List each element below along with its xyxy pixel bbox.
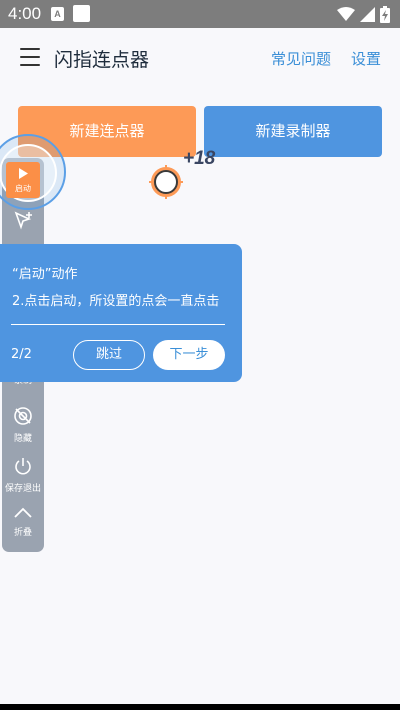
power-icon — [15, 458, 31, 475]
tutorial-description: 2.点击启动，所设置的点会一直点击 — [12, 294, 220, 309]
app-bar: 闪指连点器 常见问题 设置 — [0, 28, 400, 90]
new-recorder-button[interactable]: 新建录制器 — [204, 106, 382, 157]
app-title: 闪指连点器 — [54, 49, 150, 71]
collapse-tool-label: 折叠 — [13, 528, 32, 538]
tutorial-title: “启动”动作 — [12, 267, 78, 282]
cursor-add-icon — [14, 211, 32, 230]
eye-off-icon — [14, 407, 32, 425]
play-icon — [19, 168, 28, 179]
notification-square-icon — [73, 5, 90, 22]
hide-tool-button[interactable]: 隐藏 — [2, 406, 44, 444]
next-step-button[interactable]: 下一步 — [153, 340, 225, 370]
status-bar: 4:00 A — [0, 0, 400, 28]
collapse-tool-button[interactable]: 折叠 — [2, 506, 44, 538]
click-count-badge: +18 — [183, 148, 216, 169]
tutorial-step-indicator: 2/2 — [11, 347, 32, 362]
tutorial-popup: “启动”动作 2.点击启动，所设置的点会一直点击 2/2 跳过 下一步 — [0, 244, 242, 382]
hamburger-menu-icon[interactable] — [20, 48, 40, 66]
status-time: 4:00 — [8, 4, 42, 23]
start-tool-button-highlighted[interactable]: 启动 — [6, 162, 40, 198]
status-icons — [337, 5, 390, 23]
settings-link[interactable]: 设置 — [351, 48, 381, 69]
click-target-marker[interactable] — [149, 165, 183, 199]
faq-link[interactable]: 常见问题 — [271, 48, 331, 69]
signal-icon — [360, 6, 375, 22]
battery-charging-icon — [380, 5, 390, 23]
wifi-icon — [337, 7, 355, 21]
tutorial-divider — [11, 324, 225, 325]
notification-a-icon: A — [51, 7, 64, 21]
bottom-edge — [0, 704, 400, 710]
hide-tool-label: 隐藏 — [13, 434, 32, 444]
chevron-up-icon — [14, 507, 32, 518]
save-exit-tool-label: 保存退出 — [4, 484, 41, 494]
add-point-tool-button[interactable] — [2, 210, 44, 233]
skip-button[interactable]: 跳过 — [73, 340, 145, 370]
start-tool-label-highlighted: 启动 — [15, 184, 31, 193]
save-exit-tool-button[interactable]: 保存退出 — [2, 456, 44, 494]
